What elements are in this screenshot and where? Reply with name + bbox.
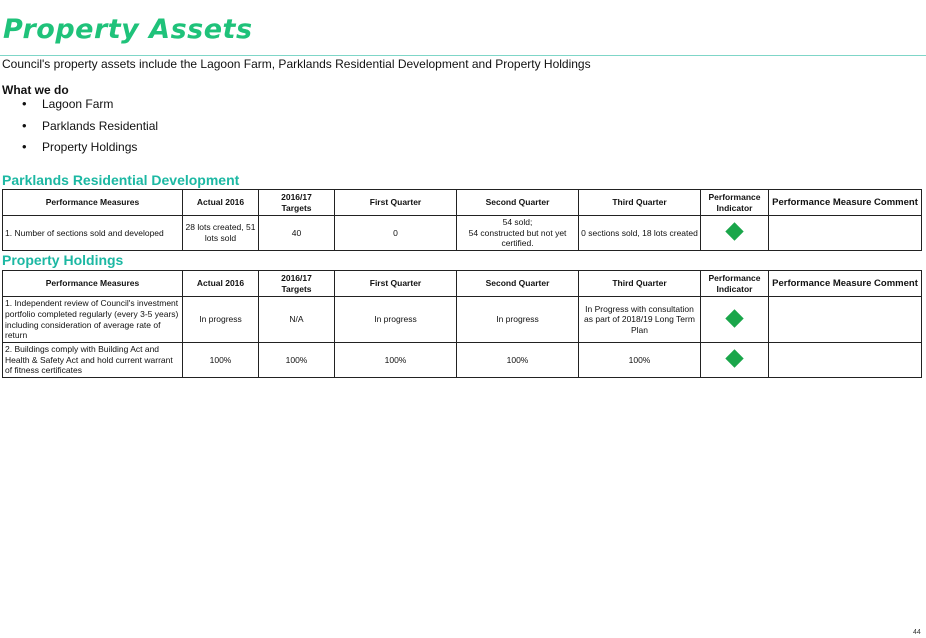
cell-q2: In progress <box>456 296 579 343</box>
cell-target: N/A <box>258 296 335 343</box>
cell-q3: In Progress with consultation as part of… <box>578 296 701 343</box>
header-q2: Second Quarter <box>456 189 579 216</box>
header-indicator: Performance Indicator <box>700 270 769 297</box>
cell-target: 40 <box>258 215 335 251</box>
cell-actual: 100% <box>182 342 259 378</box>
header-comment: Performance Measure Comment <box>768 189 922 216</box>
table-row: 1. Independent review of Council's inves… <box>2 296 922 343</box>
cell-indicator <box>700 215 769 251</box>
cell-comment <box>768 215 922 251</box>
table-header-row: Performance Measures Actual 2016 2016/17… <box>2 270 922 297</box>
green-diamond-icon <box>725 349 744 368</box>
header-actual: Actual 2016 <box>182 270 259 297</box>
cell-measure: 2. Buildings comply with Building Act an… <box>2 342 183 378</box>
cell-actual: In progress <box>182 296 259 343</box>
cell-q2: 100% <box>456 342 579 378</box>
cell-indicator <box>700 342 769 378</box>
green-diamond-icon <box>725 308 744 328</box>
cell-comment <box>768 342 922 378</box>
page-title: Property Assets <box>3 14 253 45</box>
what-we-do-heading: What we do <box>2 83 69 97</box>
header-q1: First Quarter <box>334 189 457 216</box>
cell-q1: 0 <box>334 215 457 251</box>
intro-text: Council's property assets include the La… <box>2 57 591 71</box>
cell-target: 100% <box>258 342 335 378</box>
bullet-icon: • <box>22 96 27 111</box>
cell-q3: 100% <box>578 342 701 378</box>
cell-q2: 54 sold; 54 constructed but not yet certi… <box>456 215 579 251</box>
header-q1: First Quarter <box>334 270 457 297</box>
section-title-parklands: Parklands Residential Development <box>2 172 240 188</box>
title-rule <box>0 55 926 56</box>
header-actual: Actual 2016 <box>182 189 259 216</box>
cell-q1: 100% <box>334 342 457 378</box>
cell-indicator <box>700 296 769 343</box>
header-q3: Third Quarter <box>578 189 701 216</box>
green-diamond-icon <box>725 222 744 241</box>
parklands-table: Performance Measures Actual 2016 2016/17… <box>2 189 922 251</box>
section-title-property-holdings: Property Holdings <box>2 252 124 268</box>
header-measures: Performance Measures <box>2 270 183 297</box>
header-comment: Performance Measure Comment <box>768 270 922 297</box>
cell-measure: 1. Number of sections sold and developed <box>2 215 183 251</box>
header-measures: Performance Measures <box>2 189 183 216</box>
cell-q1: In progress <box>334 296 457 343</box>
header-q2: Second Quarter <box>456 270 579 297</box>
table-header-row: Performance Measures Actual 2016 2016/17… <box>2 189 922 216</box>
cell-measure: 1. Independent review of Council's inves… <box>2 296 183 343</box>
property-holdings-table: Performance Measures Actual 2016 2016/17… <box>2 270 922 378</box>
table-row: 1. Number of sections sold and developed… <box>2 215 922 251</box>
cell-comment <box>768 296 922 343</box>
page-number: 44 <box>913 629 921 636</box>
header-indicator: Performance Indicator <box>700 189 769 216</box>
table-row: 2. Buildings comply with Building Act an… <box>2 342 922 378</box>
header-q3: Third Quarter <box>578 270 701 297</box>
cell-actual: 28 lots created, 51 lots sold <box>182 215 259 251</box>
bullet-icon: • <box>22 139 27 154</box>
header-targets: 2016/17 Targets <box>258 189 335 216</box>
bullet-icon: • <box>22 117 27 133</box>
header-targets: 2016/17 Targets <box>258 270 335 297</box>
cell-q3: 0 sections sold, 18 lots created <box>578 215 701 251</box>
